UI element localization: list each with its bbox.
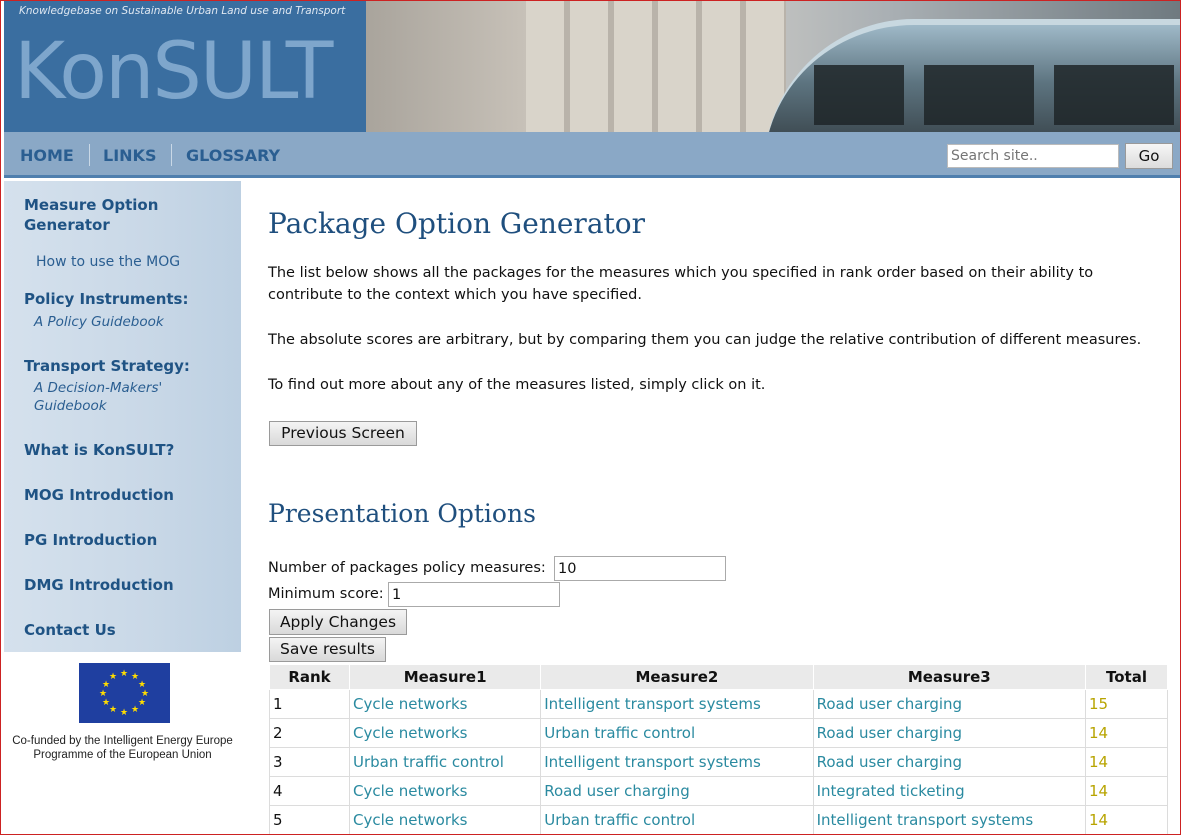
num-packages-label: Number of packages policy measures: [268,560,546,576]
sidebar-item-mog-intro[interactable]: MOG Introduction [24,485,174,505]
site-logo: KonSULT [14,27,333,117]
page-frame: Knowledgebase on Sustainable Urban Land … [0,0,1181,835]
min-score-label: Minimum score: [268,586,384,602]
presentation-options-title: Presentation Options [268,499,536,528]
tram-photo [764,19,1180,132]
measure-link[interactable]: Cycle networks [348,776,542,806]
rank-cell: 3 [269,747,350,777]
table-header-row: Rank Measure1 Measure2 Measure3 Total [269,664,1168,690]
sidebar-item-policy-guidebook[interactable]: A Policy Guidebook [34,313,164,331]
table-row: 4 Cycle networks Road user charging Inte… [269,776,1168,806]
total-cell: 14 [1085,805,1168,834]
nav-links[interactable]: LINKS [103,146,156,165]
sidebar-item-contact[interactable]: Contact Us [24,620,116,640]
total-cell: 14 [1085,747,1168,777]
logo-box[interactable]: Knowledgebase on Sustainable Urban Land … [4,1,366,132]
nav-home[interactable]: HOME [20,146,74,165]
building-photo [366,1,526,132]
nav-divider [89,144,90,166]
sidebar-item-dmg-intro[interactable]: DMG Introduction [24,575,174,595]
total-cell: 15 [1085,689,1168,719]
min-score-field[interactable] [388,582,560,607]
header-tagline: Knowledgebase on Sustainable Urban Land … [19,5,346,17]
col-measure1: Measure1 [348,664,542,690]
table-row: 5 Cycle networks Urban traffic control I… [269,805,1168,834]
measure-link[interactable]: Integrated ticketing [812,776,1087,806]
building-facade [526,1,786,132]
measure-link[interactable]: Road user charging [812,747,1087,777]
col-measure3: Measure3 [812,664,1087,690]
sidebar: Measure Option Generator How to use the … [4,181,241,652]
rank-cell: 1 [269,689,350,719]
sidebar-item-mog[interactable]: Measure Option Generator [24,195,184,235]
total-cell: 14 [1085,718,1168,748]
table-row: 1 Cycle networks Intelligent transport s… [269,689,1168,719]
measure-link[interactable]: Intelligent transport systems [540,747,814,777]
table-row: 3 Urban traffic control Intelligent tran… [269,747,1168,777]
sidebar-item-what-is-konsult[interactable]: What is KonSULT? [24,440,174,460]
col-measure2: Measure2 [540,664,814,690]
measure-link[interactable]: Road user charging [812,689,1087,719]
results-table: Rank Measure1 Measure2 Measure3 Total 1 … [269,664,1168,834]
measure-link[interactable]: Intelligent transport systems [812,805,1087,834]
measure-link[interactable]: Intelligent transport systems [540,689,814,719]
sidebar-item-dmg-guidebook[interactable]: A Decision-Makers' Guidebook [34,379,194,415]
rank-cell: 5 [269,805,350,834]
page-title: Package Option Generator [268,207,646,240]
search-input[interactable] [947,144,1119,168]
apply-changes-button[interactable]: Apply Changes [269,609,407,635]
sidebar-item-policy-instruments[interactable]: Policy Instruments: [24,289,189,309]
measure-link[interactable]: Cycle networks [348,805,542,834]
sidebar-item-how-to-use[interactable]: How to use the MOG [36,253,180,271]
rank-cell: 4 [269,776,350,806]
col-total: Total [1085,664,1168,690]
measure-link[interactable]: Cycle networks [348,718,542,748]
click-paragraph: To find out more about any of the measur… [268,377,766,393]
measure-link[interactable]: Road user charging [540,776,814,806]
measure-link[interactable]: Urban traffic control [540,718,814,748]
go-button[interactable]: Go [1125,143,1173,169]
eu-flag-icon: ★ ★ ★ ★ ★ ★ ★ ★ ★ ★ ★ ★ [79,663,170,723]
table-row: 2 Cycle networks Urban traffic control R… [269,718,1168,748]
measure-link[interactable]: Urban traffic control [540,805,814,834]
num-packages-field[interactable] [554,556,726,581]
top-nav: HOME LINKS GLOSSARY Go [4,132,1180,178]
intro-paragraph: The list below shows all the packages fo… [268,265,1094,303]
col-rank: Rank [269,664,350,690]
rank-cell: 2 [269,718,350,748]
measure-link[interactable]: Urban traffic control [348,747,542,777]
measure-link[interactable]: Cycle networks [348,689,542,719]
sidebar-item-transport-strategy[interactable]: Transport Strategy: [24,356,190,376]
header-banner: Knowledgebase on Sustainable Urban Land … [4,1,1180,132]
save-results-button[interactable]: Save results [269,637,386,662]
sidebar-item-pg-intro[interactable]: PG Introduction [24,530,157,550]
nav-divider [171,144,172,166]
nav-glossary[interactable]: GLOSSARY [186,146,280,165]
measure-link[interactable]: Road user charging [812,718,1087,748]
scores-paragraph: The absolute scores are arbitrary, but b… [268,332,1142,348]
previous-screen-button[interactable]: Previous Screen [269,421,417,446]
cofunded-note: Co-funded by the Intelligent Energy Euro… [12,735,233,761]
total-cell: 14 [1085,776,1168,806]
